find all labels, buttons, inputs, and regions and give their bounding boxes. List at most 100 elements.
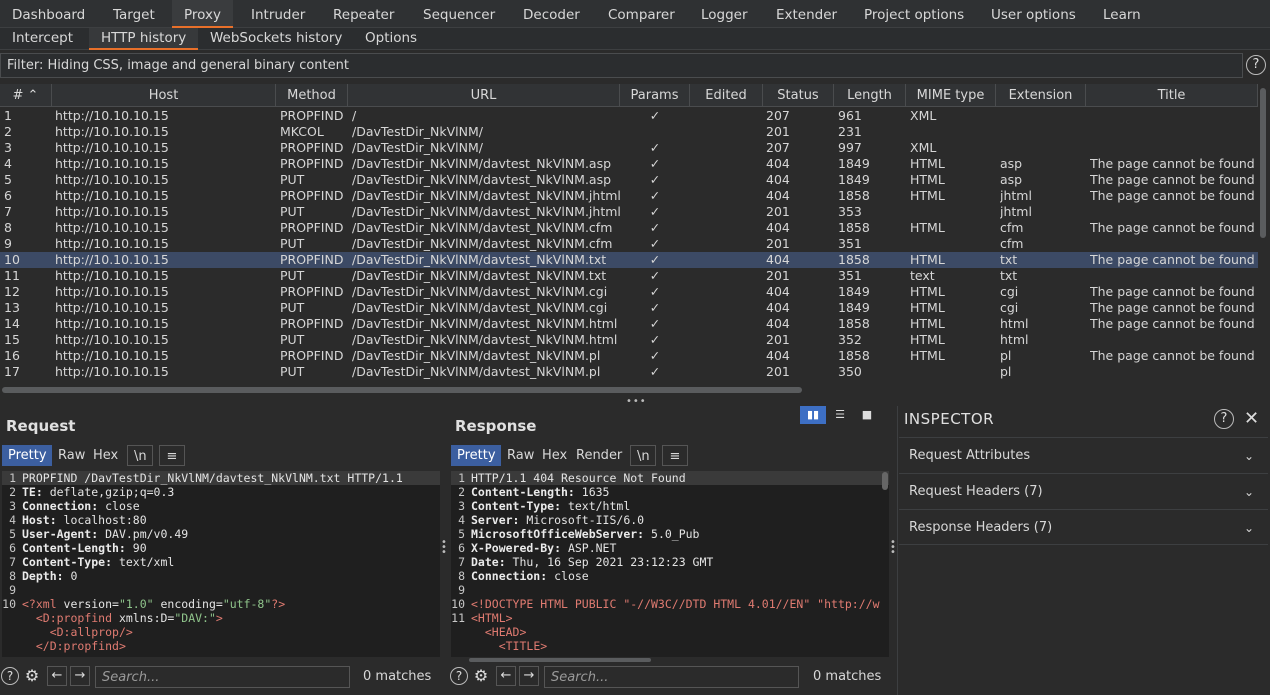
tab-comparer[interactable]: Comparer — [596, 0, 687, 28]
table-row[interactable]: 11 http://10.10.10.15 PUT/DavTestDir_NkVlN… — [0, 268, 1258, 284]
column-header-title[interactable]: Title — [1086, 84, 1258, 107]
subtab-http-history[interactable]: HTTP history — [89, 28, 199, 50]
tab-proxy[interactable]: Proxy — [172, 0, 233, 28]
tabbed-layout-icon[interactable]: ■ — [854, 406, 880, 424]
horizontal-splitter[interactable]: ••• — [0, 394, 1270, 407]
table-row[interactable]: 12 http://10.10.10.15 PROPFIND/DavTestDir_… — [0, 284, 1258, 300]
help-icon[interactable]: ? — [1, 667, 19, 685]
header-value: PROPFIND /DavTestDir_NkVlNM/davtest_NkVl… — [22, 471, 403, 485]
column-header-edited[interactable]: Edited — [690, 84, 763, 107]
inspector-section-request-attributes[interactable]: Request Attributes ⌄ — [899, 437, 1268, 473]
response-tab-newline[interactable]: \n — [630, 445, 656, 466]
settings-gear-icon[interactable]: ⚙ — [472, 667, 490, 685]
tab-repeater[interactable]: Repeater — [321, 0, 406, 28]
scrollbar-thumb[interactable] — [2, 387, 802, 393]
help-icon[interactable]: ? — [450, 667, 468, 685]
chevron-down-icon[interactable]: ⌄ — [1244, 438, 1254, 474]
response-search-input[interactable] — [544, 666, 799, 688]
table-row[interactable]: 6 http://10.10.10.15 PROPFIND/DavTestDir_N… — [0, 188, 1258, 204]
table-row[interactable]: 4 http://10.10.10.15 PROPFIND/DavTestDir_N… — [0, 156, 1258, 172]
filter-bar[interactable]: Filter: Hiding CSS, image and general bi… — [0, 53, 1243, 78]
table-row[interactable]: 17 http://10.10.10.15 PUT/DavTestDir_NkVlN… — [0, 364, 1258, 380]
response-editor-scroll-thumb[interactable] — [882, 472, 888, 490]
table-horizontal-scrollbar[interactable] — [0, 386, 1258, 394]
cell-title: The page cannot be found — [1090, 252, 1255, 267]
tab-target[interactable]: Target — [101, 0, 167, 28]
response-tab-raw[interactable]: Raw — [501, 445, 536, 466]
table-row[interactable]: 14 http://10.10.10.15 PROPFIND/DavTestDir_… — [0, 316, 1258, 332]
table-row[interactable]: 8 http://10.10.10.15 PROPFIND/DavTestDir_N… — [0, 220, 1258, 236]
column-header-status[interactable]: Status — [763, 84, 834, 107]
response-editor[interactable]: 1 HTTP/1.1 404 Resource Not Found 2 Content… — [451, 471, 889, 657]
table-row[interactable]: 10 http://10.10.10.15 PROPFIND/DavTestDir_… — [0, 252, 1258, 268]
subtab-intercept[interactable]: Intercept — [0, 28, 85, 50]
subtab-options[interactable]: Options — [353, 28, 429, 50]
request-tab-newline[interactable]: \n — [127, 445, 153, 466]
header-value: 0 — [63, 569, 78, 583]
table-row[interactable]: 13 http://10.10.10.15 PUT/DavTestDir_NkVlN… — [0, 300, 1258, 316]
inspector-close-icon[interactable]: ✕ — [1244, 408, 1259, 429]
stacked-layout-icon[interactable]: ☰ — [827, 406, 853, 424]
forward-arrow-icon[interactable]: → — [519, 666, 539, 686]
table-row[interactable]: 9 http://10.10.10.15 PUT/DavTestDir_NkVlNM… — [0, 236, 1258, 252]
filter-help-icon[interactable]: ? — [1246, 55, 1266, 75]
tab-logger[interactable]: Logger — [689, 0, 760, 28]
inspector-help-icon[interactable]: ? — [1214, 409, 1234, 429]
column-header-number[interactable]: # ⌃ — [0, 84, 52, 107]
subtab-websockets-history[interactable]: WebSockets history — [198, 28, 354, 50]
response-tab-hex[interactable]: Hex — [536, 445, 570, 466]
request-tab-raw[interactable]: Raw — [52, 445, 87, 466]
cell-mime-type: HTML — [910, 348, 945, 363]
chevron-down-icon[interactable]: ⌄ — [1244, 474, 1254, 510]
column-header-params[interactable]: Params — [620, 84, 690, 107]
tab-sequencer[interactable]: Sequencer — [411, 0, 507, 28]
inspector-section-response-headers-7[interactable]: Response Headers (7) ⌄ — [899, 509, 1268, 545]
table-row[interactable]: 16 http://10.10.10.15 PROPFIND/DavTestDir_… — [0, 348, 1258, 364]
column-header-length[interactable]: Length — [834, 84, 906, 107]
column-header-extension[interactable]: Extension — [996, 84, 1086, 107]
table-vertical-scrollbar[interactable] — [1258, 84, 1268, 386]
tab-extender[interactable]: Extender — [764, 0, 849, 28]
tab-intruder[interactable]: Intruder — [239, 0, 317, 28]
tab-decoder[interactable]: Decoder — [511, 0, 592, 28]
response-tab-render[interactable]: Render — [570, 445, 624, 466]
response-inspector-splitter[interactable]: • • • — [890, 538, 896, 558]
request-tab-pretty[interactable]: Pretty — [2, 445, 52, 466]
column-header-method[interactable]: Method — [276, 84, 348, 107]
tab-learn[interactable]: Learn — [1091, 0, 1153, 28]
forward-arrow-icon[interactable]: → — [70, 666, 90, 686]
table-row[interactable]: 7 http://10.10.10.15 PUT/DavTestDir_NkVlNM… — [0, 204, 1258, 220]
settings-gear-icon[interactable]: ⚙ — [23, 667, 41, 685]
request-response-splitter[interactable]: • • • — [441, 538, 447, 558]
tab-dashboard[interactable]: Dashboard — [0, 0, 97, 28]
request-search-input[interactable] — [95, 666, 350, 688]
response-tab-menu[interactable]: ≡ — [662, 445, 688, 466]
response-tab-pretty[interactable]: Pretty — [451, 445, 501, 466]
scrollbar-thumb[interactable] — [1260, 88, 1266, 238]
response-editor-hscroll-thumb[interactable] — [469, 658, 651, 662]
table-row[interactable]: 2 http://10.10.10.15 MKCOL/DavTestDir_NkVl… — [0, 124, 1258, 140]
request-editor[interactable]: 1 PROPFIND /DavTestDir_NkVlNM/davtest_NkV… — [2, 471, 440, 657]
cell-title: The page cannot be found — [1090, 316, 1255, 331]
table-row[interactable]: 1 http://10.10.10.15 PROPFIND / ✓ 207 961 XML — [0, 108, 1258, 124]
line-number: 2 — [458, 485, 465, 499]
chevron-down-icon[interactable]: ⌄ — [1244, 510, 1254, 546]
cell-mime-type: XML — [910, 108, 937, 123]
table-row[interactable]: 15 http://10.10.10.15 PUT/DavTestDir_NkVlN… — [0, 332, 1258, 348]
tab-project-options[interactable]: Project options — [852, 0, 976, 28]
side-by-side-layout-icon[interactable]: ▮▮ — [800, 406, 826, 424]
line-content: TE: deflate,gzip;q=0.3 — [22, 485, 174, 499]
tab-user-options[interactable]: User options — [979, 0, 1088, 28]
back-arrow-icon[interactable]: ← — [496, 666, 516, 686]
table-row[interactable]: 5 http://10.10.10.15 PUT/DavTestDir_NkVlNM… — [0, 172, 1258, 188]
line-content: Content-Length: 90 — [22, 541, 147, 555]
column-header-mime-type[interactable]: MIME type — [906, 84, 996, 107]
cell-title — [1090, 124, 1258, 140]
inspector-section-request-headers-7[interactable]: Request Headers (7) ⌄ — [899, 473, 1268, 509]
table-row[interactable]: 3 http://10.10.10.15 PROPFIND/DavTestDir_N… — [0, 140, 1258, 156]
column-header-url[interactable]: URL — [348, 84, 620, 107]
back-arrow-icon[interactable]: ← — [47, 666, 67, 686]
request-tab-menu[interactable]: ≡ — [159, 445, 185, 466]
request-tab-hex[interactable]: Hex — [87, 445, 121, 466]
column-header-host[interactable]: Host — [52, 84, 276, 107]
